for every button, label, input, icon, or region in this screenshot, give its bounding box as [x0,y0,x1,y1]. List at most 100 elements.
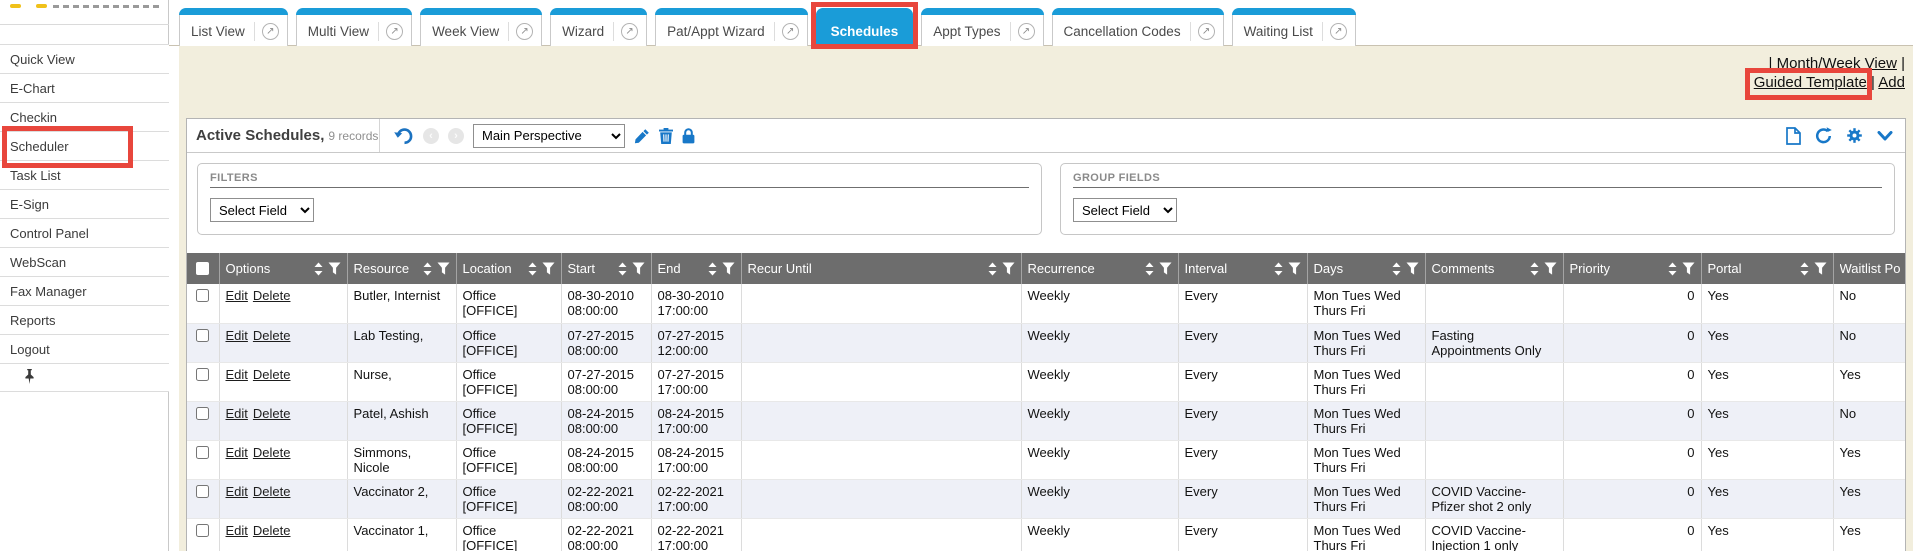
filter-funnel-icon[interactable] [1159,262,1172,275]
chevron-down-icon[interactable] [1877,131,1893,141]
lock-icon[interactable] [682,128,695,144]
row-checkbox[interactable] [196,329,209,342]
filter-funnel-icon[interactable] [437,262,450,275]
bar: | [1769,55,1773,72]
tab-week-view[interactable]: Week View↗ [420,8,542,46]
delete-link[interactable]: Delete [253,445,291,460]
new-document-icon[interactable] [1786,127,1801,145]
sidebar-item-checkin[interactable]: Checkin [0,102,169,131]
edit-link[interactable]: Edit [226,367,248,382]
row-checkbox[interactable] [196,407,209,420]
sort-icon[interactable] [1530,262,1539,276]
open-in-new-window-icon[interactable]: ↗ [1330,23,1347,40]
sidebar-item-control-panel[interactable]: Control Panel [0,218,169,247]
tab-cancellation-codes[interactable]: Cancellation Codes↗ [1052,8,1224,46]
filter-funnel-icon[interactable] [1544,262,1557,275]
add-link[interactable]: Add [1878,74,1905,91]
sort-icon[interactable] [1274,262,1283,276]
delete-link[interactable]: Delete [253,288,291,303]
open-in-new-window-icon[interactable]: ↗ [1198,23,1215,40]
select-all-checkbox[interactable] [196,262,209,275]
filter-funnel-icon[interactable] [1406,262,1419,275]
tab-waiting-list[interactable]: Waiting List↗ [1232,8,1356,46]
sort-icon[interactable] [528,262,537,276]
sidebar-pin-toggle[interactable] [0,363,169,392]
edit-pencil-icon[interactable] [634,128,650,144]
sidebar-item-logout[interactable]: Logout [0,334,169,363]
tab-divider [508,22,509,41]
filter-funnel-icon[interactable] [328,262,341,275]
row-checkbox[interactable] [196,289,209,302]
undo-icon[interactable] [394,127,414,145]
sort-icon[interactable] [618,262,627,276]
row-checkbox[interactable] [196,524,209,537]
start-time: 08:00:00 [568,343,645,358]
month-week-view-link[interactable]: Month/Week View [1777,55,1897,72]
delete-link[interactable]: Delete [253,523,291,538]
sidebar-item-fax-manager[interactable]: Fax Manager [0,276,169,305]
edit-link[interactable]: Edit [226,484,248,499]
delete-link[interactable]: Delete [253,484,291,499]
next-circle-icon[interactable]: › [448,128,464,144]
filter-funnel-icon[interactable] [632,262,645,275]
filter-funnel-icon[interactable] [1002,262,1015,275]
trash-icon[interactable] [659,128,673,144]
sidebar-item-scheduler[interactable]: Scheduler [0,131,169,160]
refresh-icon[interactable] [1815,127,1832,144]
open-in-new-window-icon[interactable]: ↗ [782,23,799,40]
table-row: EditDeletePatel, AshishOffice [OFFICE]08… [187,401,1906,440]
guided-template-link[interactable]: Guided Template [1754,74,1867,91]
edit-link[interactable]: Edit [226,523,248,538]
sort-icon[interactable] [1392,262,1401,276]
sidebar-item-webscan[interactable]: WebScan [0,247,169,276]
gear-icon[interactable] [1846,127,1863,144]
delete-link[interactable]: Delete [253,406,291,421]
prev-circle-icon[interactable]: ‹ [423,128,439,144]
edit-link[interactable]: Edit [226,406,248,421]
tab-wizard[interactable]: Wizard↗ [550,8,647,46]
row-checkbox[interactable] [196,368,209,381]
tab-appt-types[interactable]: Appt Types↗ [921,8,1043,46]
sort-icon[interactable] [1800,262,1809,276]
sort-icon[interactable] [314,262,323,276]
tab-list-view[interactable]: List View↗ [179,8,288,46]
delete-link[interactable]: Delete [253,367,291,382]
filter-funnel-icon[interactable] [1288,262,1301,275]
edit-link[interactable]: Edit [226,288,248,303]
row-checkbox[interactable] [196,485,209,498]
sidebar-item-e-sign[interactable]: E-Sign [0,189,169,218]
sort-icon[interactable] [1145,262,1154,276]
perspective-select[interactable]: Main Perspective [473,124,625,148]
sort-icon[interactable] [988,262,997,276]
cell-location: Office [OFFICE] [456,362,561,401]
filter-funnel-icon[interactable] [542,262,555,275]
delete-link[interactable]: Delete [253,328,291,343]
filter-funnel-icon[interactable] [1814,262,1827,275]
filter-funnel-icon[interactable] [1682,262,1695,275]
tab-multi-view[interactable]: Multi View↗ [296,8,412,46]
group-fields-select[interactable]: Select Field [1073,198,1177,222]
sidebar-item-e-chart[interactable]: E-Chart [0,73,169,102]
tab-schedules[interactable]: Schedules [816,8,914,46]
sort-icon[interactable] [708,262,717,276]
open-in-new-window-icon[interactable]: ↗ [262,23,279,40]
edit-link[interactable]: Edit [226,445,248,460]
start-time: 08:00:00 [568,538,645,551]
sort-icon[interactable] [423,262,432,276]
filters-field-select[interactable]: Select Field [210,198,314,222]
sidebar-item-quick-view[interactable]: Quick View [0,44,169,73]
sidebar-item-reports[interactable]: Reports [0,305,169,334]
open-in-new-window-icon[interactable]: ↗ [386,23,403,40]
tab-pat-appt-wizard[interactable]: Pat/Appt Wizard↗ [655,8,808,46]
cell-recur-until [741,479,1021,518]
cell-start: 07-27-201508:00:00 [561,362,651,401]
row-checkbox[interactable] [196,446,209,459]
edit-link[interactable]: Edit [226,328,248,343]
bar: | [1871,74,1875,91]
open-in-new-window-icon[interactable]: ↗ [621,23,638,40]
sidebar-item-task-list[interactable]: Task List [0,160,169,189]
filter-funnel-icon[interactable] [722,262,735,275]
open-in-new-window-icon[interactable]: ↗ [1018,23,1035,40]
open-in-new-window-icon[interactable]: ↗ [516,23,533,40]
sort-icon[interactable] [1668,262,1677,276]
